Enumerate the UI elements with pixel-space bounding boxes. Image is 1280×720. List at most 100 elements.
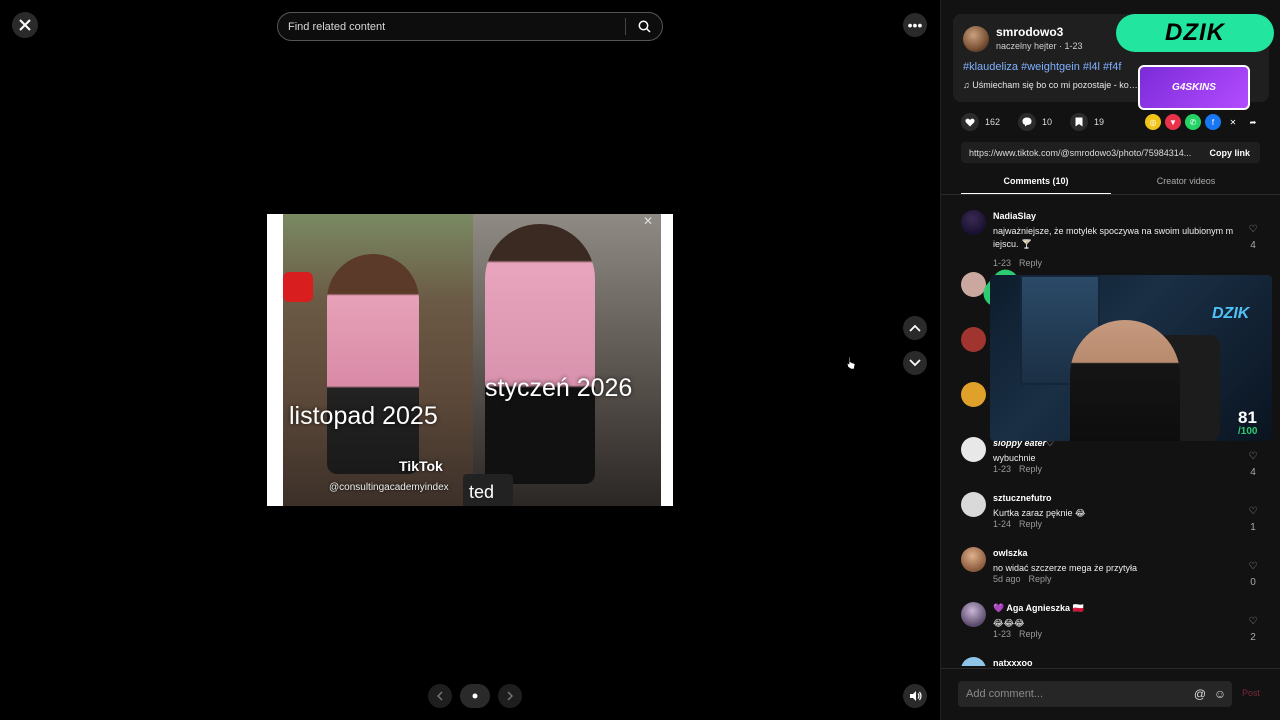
chevron-up-icon: [909, 324, 921, 332]
photo-caption-right: styczeń 2026: [485, 374, 633, 402]
webcam-person: [1070, 320, 1180, 441]
emoji-icon[interactable]: ☺: [1212, 686, 1228, 702]
pager-next-button[interactable]: [498, 684, 522, 708]
comment-date: 1-24: [993, 519, 1012, 529]
forward-share-icon[interactable]: ➦: [1245, 114, 1261, 130]
previous-post-button[interactable]: [903, 316, 927, 340]
pager-prev-button[interactable]: [428, 684, 452, 708]
post-comment-button[interactable]: Post: [1242, 688, 1260, 698]
facebook-share-icon[interactable]: f: [1205, 114, 1221, 130]
post-photo[interactable]: listopad 2025 styczeń 2026 TikTok @consu…: [267, 214, 673, 506]
tab-comments[interactable]: Comments (10): [961, 172, 1111, 194]
comment-meta: 1-23 Reply: [993, 464, 1042, 474]
streamer-webcam-overlay: DZIK 81 /100: [990, 275, 1272, 441]
save-count: 19: [1094, 117, 1105, 127]
comment-like-count: 1: [1250, 522, 1256, 533]
author-username[interactable]: smrodowo3: [996, 25, 1063, 39]
commenter-avatar[interactable]: [961, 382, 986, 407]
commenter-avatar[interactable]: [961, 492, 986, 517]
comment-item: natxxxoo: [961, 657, 1261, 666]
search-input[interactable]: [288, 20, 625, 33]
search-button[interactable]: [634, 17, 654, 37]
comment-like-button[interactable]: ♡: [1246, 616, 1260, 627]
reply-button[interactable]: Reply: [1019, 464, 1042, 474]
volume-icon: [909, 691, 922, 701]
send-share-icon[interactable]: ▼: [1165, 114, 1181, 130]
webcam-logo: DZIK: [1212, 305, 1250, 322]
comment-like-count: 4: [1250, 467, 1256, 478]
commenter-name[interactable]: 💜 Aga Agnieszka 🇵🇱: [993, 603, 1084, 614]
reply-button[interactable]: Reply: [1019, 629, 1042, 639]
chevron-down-icon: [909, 359, 921, 367]
commenter-avatar[interactable]: [961, 437, 986, 462]
post-link-bar: https://www.tiktok.com/@smrodowo3/photo/…: [961, 142, 1260, 163]
volume-button[interactable]: [903, 684, 927, 708]
comment-date: 1-23: [993, 629, 1012, 639]
chevron-left-icon: [437, 691, 443, 701]
commenter-avatar[interactable]: [961, 657, 986, 666]
save-button[interactable]: [1070, 113, 1089, 131]
search-divider: [625, 18, 626, 35]
comment-like-button[interactable]: ♡: [1246, 561, 1260, 572]
photo-pager: [428, 684, 522, 708]
like-stat: 162: [961, 113, 1000, 131]
comment-item: owlszka no widać szczerze mega że przyty…: [961, 547, 1261, 588]
tab-creator-videos[interactable]: Creator videos: [1111, 172, 1261, 194]
g4skins-logo-text: G4SKINS: [1172, 82, 1216, 93]
mention-icon[interactable]: @: [1192, 686, 1208, 702]
photo-close-icon: ✕: [643, 214, 654, 228]
commenter-name[interactable]: owlszka: [993, 548, 1028, 558]
commenter-avatar[interactable]: [961, 602, 986, 627]
comment-item: sloppy eater♡ wybuchnie 1-23 Reply ♡ 4: [961, 437, 1261, 478]
comment-like-button[interactable]: ♡: [1246, 224, 1260, 235]
g4skins-logo-badge: G4SKINS: [1138, 65, 1250, 110]
more-options-button[interactable]: •••: [903, 13, 927, 37]
x-share-icon[interactable]: ✕: [1225, 114, 1241, 130]
copy-link-button[interactable]: Copy link: [1199, 148, 1260, 158]
comment-like-button[interactable]: ♡: [1246, 506, 1260, 517]
commenter-name[interactable]: sztucznefutro: [993, 493, 1052, 503]
watermark-handle: @consultingacademyindex: [329, 482, 449, 493]
comment-meta: 1-24 Reply: [993, 519, 1042, 529]
comment-date: 5d ago: [993, 574, 1021, 584]
photo-figure-left: [327, 254, 419, 474]
overlay-score-max: /100: [1238, 426, 1258, 437]
comment-meta: 1-23 Reply: [993, 258, 1042, 268]
comment-meta: 5d ago Reply: [993, 574, 1052, 584]
chevron-right-icon: [507, 691, 513, 701]
reply-button[interactable]: Reply: [1019, 258, 1042, 268]
close-button[interactable]: [12, 12, 38, 38]
like-count: 162: [985, 117, 1001, 127]
comment-button[interactable]: [1018, 113, 1037, 131]
author-avatar[interactable]: [963, 26, 989, 52]
share-row: ◎ ▼ ✆ f ✕ ➦: [1145, 114, 1261, 130]
pager-dot[interactable]: [460, 684, 490, 708]
comment-like-button[interactable]: ♡: [1246, 451, 1260, 462]
coin-share-icon[interactable]: ◎: [1145, 114, 1161, 130]
comment-input[interactable]: [966, 688, 1192, 700]
commenter-avatar[interactable]: [961, 547, 986, 572]
comment-like-count: 4: [1250, 240, 1256, 251]
next-post-button[interactable]: [903, 351, 927, 375]
whatsapp-share-icon[interactable]: ✆: [1185, 114, 1201, 130]
commenter-name[interactable]: natxxxoo: [993, 658, 1033, 666]
comment-bubble-icon: [1022, 117, 1032, 127]
panel-tabs: Comments (10) Creator videos: [961, 172, 1261, 194]
search-icon: [638, 20, 651, 33]
comment-item: sztucznefutro Kurtka zaraz pęknie 😂 1-24…: [961, 492, 1261, 533]
comment-date: 1-23: [993, 464, 1012, 474]
heart-icon: [965, 118, 975, 126]
post-link-text: https://www.tiktok.com/@smrodowo3/photo/…: [969, 147, 1192, 158]
post-music[interactable]: ♫ Uśmiecham się bo co mi pozostaje - ko…: [963, 80, 1138, 90]
reply-button[interactable]: Reply: [1019, 519, 1042, 529]
commenter-avatar[interactable]: [961, 210, 986, 235]
comment-date: 1-23: [993, 258, 1012, 268]
bookmark-icon: [1075, 117, 1083, 127]
commenter-name[interactable]: NadiaSlay: [993, 211, 1036, 221]
commenter-avatar[interactable]: [961, 327, 986, 352]
like-button[interactable]: [961, 113, 979, 131]
post-hashtags[interactable]: #klaudeliza #weightgein #l4l #f4f: [963, 61, 1121, 73]
composer-divider: [941, 668, 1280, 669]
more-icon: •••: [907, 17, 923, 33]
reply-button[interactable]: Reply: [1029, 574, 1052, 584]
